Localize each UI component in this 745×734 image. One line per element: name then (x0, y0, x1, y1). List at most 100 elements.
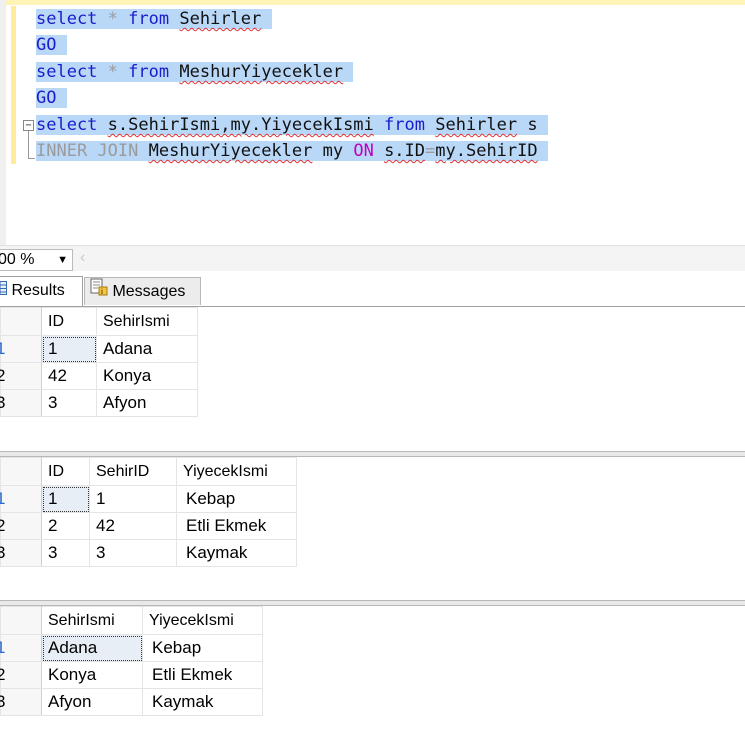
tab-messages-label: Messages (112, 283, 186, 301)
editor-status-bar: 00 % ▼ ‹ (0, 245, 745, 272)
table-cell[interactable]: Afyon (96, 389, 198, 417)
row-number[interactable]: 2 (0, 512, 42, 540)
column-header[interactable]: ID (41, 457, 90, 486)
row-header-corner[interactable] (0, 307, 42, 336)
table-cell[interactable]: 3 (41, 389, 97, 417)
table-cell[interactable]: Etli Ekmek (142, 661, 263, 689)
table-cell[interactable]: 2 (41, 512, 90, 540)
collapse-toggle-icon[interactable]: − (23, 120, 34, 131)
table-cell[interactable]: 1 (89, 485, 177, 513)
code-token: s.SehirIsmi,my.YiyecekIsmi (107, 115, 374, 135)
table-row[interactable]: 3 3 Afyon (0, 389, 198, 417)
table-row[interactable]: 1 1 Adana (0, 335, 198, 363)
table-cell[interactable]: Konya (96, 362, 198, 390)
code-token: * (107, 62, 118, 82)
table-row[interactable]: 2 2 42 Etli Ekmek (0, 512, 297, 540)
selection-highlight: select * from MeshurYiyecekler (36, 62, 354, 82)
code-token: MeshurYiyecekler (179, 62, 344, 82)
row-number[interactable]: 3 (0, 389, 42, 417)
table-cell[interactable]: Etli Ekmek (176, 512, 297, 540)
selection-highlight: select * from Sehirler (36, 9, 272, 29)
table-cell[interactable]: 42 (89, 512, 177, 540)
messages-icon: i (90, 278, 108, 306)
result-tabs: Results i Messages (0, 271, 745, 307)
table-row[interactable]: 2 42 Konya (0, 362, 198, 390)
code-token: from (128, 9, 170, 29)
table-cell[interactable]: 42 (41, 362, 97, 390)
table-cell[interactable]: 1 (41, 485, 90, 513)
code-token: Sehirler (435, 115, 518, 135)
table-cell[interactable]: Kebap (142, 634, 263, 662)
code-line[interactable]: select * from MeshurYiyecekler (36, 60, 354, 85)
code-token: s (517, 115, 538, 135)
grid-header-row: ID SehirID YiyecekIsmi (0, 457, 297, 486)
result-grid-1[interactable]: ID SehirIsmi 1 1 Adana 2 42 Konya 3 3 Af… (0, 307, 198, 417)
svg-text:i: i (101, 288, 103, 296)
selection-highlight: select s.SehirIsmi,my.YiyecekIsmi from S… (36, 115, 548, 135)
result-grid-3[interactable]: SehirIsmi YiyecekIsmi 1 Adana Kebap 2 Ko… (0, 606, 263, 716)
code-token: ON (353, 141, 374, 161)
selection-highlight: INNER JOIN MeshurYiyecekler my ON s.ID=m… (36, 141, 548, 161)
table-cell[interactable]: Kebap (176, 485, 297, 513)
column-header[interactable]: ID (41, 307, 97, 336)
row-header-corner[interactable] (0, 606, 42, 635)
row-number[interactable]: 3 (0, 688, 42, 716)
code-token: MeshurYiyecekler (148, 141, 313, 161)
table-row[interactable]: 2 Konya Etli Ekmek (0, 661, 263, 689)
table-row[interactable]: 3 3 3 Kaymak (0, 539, 297, 567)
chevron-down-icon[interactable]: ▼ (57, 250, 68, 270)
table-cell[interactable]: 3 (41, 539, 90, 567)
code-line[interactable]: select s.SehirIsmi,my.YiyecekIsmi from S… (36, 113, 548, 138)
table-cell[interactable]: Kaymak (176, 539, 297, 567)
table-cell[interactable]: Adana (96, 335, 198, 363)
code-token: s.ID (384, 141, 426, 161)
code-token: INNER JOIN (36, 141, 139, 161)
table-cell[interactable]: 3 (89, 539, 177, 567)
grid-header-row: SehirIsmi YiyecekIsmi (0, 606, 263, 635)
row-number[interactable]: 1 (0, 634, 42, 662)
grid-header-row: ID SehirIsmi (0, 307, 198, 336)
query-editor[interactable]: − select * from Sehirler GO select * fro… (0, 0, 745, 245)
code-line[interactable]: INNER JOIN MeshurYiyecekler my ON s.ID=m… (36, 139, 548, 164)
table-cell[interactable]: Kaymak (142, 688, 263, 716)
table-row[interactable]: 3 Afyon Kaymak (0, 688, 263, 716)
outline-guide (28, 131, 29, 159)
zoom-dropdown[interactable]: 00 % ▼ (0, 249, 73, 271)
column-header[interactable]: SehirID (89, 457, 177, 486)
row-number[interactable]: 1 (0, 485, 42, 513)
row-number[interactable]: 3 (0, 539, 42, 567)
code-line[interactable]: GO (36, 33, 67, 58)
column-header[interactable]: YiyecekIsmi (176, 457, 297, 486)
code-line[interactable]: select * from Sehirler (36, 7, 272, 32)
table-cell[interactable]: Adana (41, 634, 143, 662)
result-grid-2[interactable]: ID SehirID YiyecekIsmi 1 1 1 Kebap 2 2 4… (0, 457, 297, 567)
row-number[interactable]: 2 (0, 362, 42, 390)
scroll-left-icon[interactable]: ‹ (80, 249, 85, 267)
column-header[interactable]: YiyecekIsmi (142, 606, 263, 635)
tab-results[interactable]: Results (0, 276, 83, 306)
code-token: * (107, 9, 118, 29)
code-token: my (312, 141, 354, 161)
code-line[interactable]: GO (36, 86, 67, 111)
row-number[interactable]: 2 (0, 661, 42, 689)
table-row[interactable]: 1 Adana Kebap (0, 634, 263, 662)
row-number[interactable]: 1 (0, 335, 42, 363)
column-header[interactable]: SehirIsmi (96, 307, 198, 336)
table-cell[interactable]: Konya (41, 661, 143, 689)
tab-messages[interactable]: i Messages (84, 277, 201, 305)
code-token: select (36, 9, 98, 29)
row-header-corner[interactable] (0, 457, 42, 486)
table-cell[interactable]: 1 (41, 335, 97, 363)
zoom-value: 00 % (0, 251, 35, 268)
selection-highlight: GO (36, 35, 67, 55)
table-cell[interactable]: Afyon (41, 688, 143, 716)
table-row[interactable]: 1 1 1 Kebap (0, 485, 297, 513)
column-header[interactable]: SehirIsmi (41, 606, 143, 635)
